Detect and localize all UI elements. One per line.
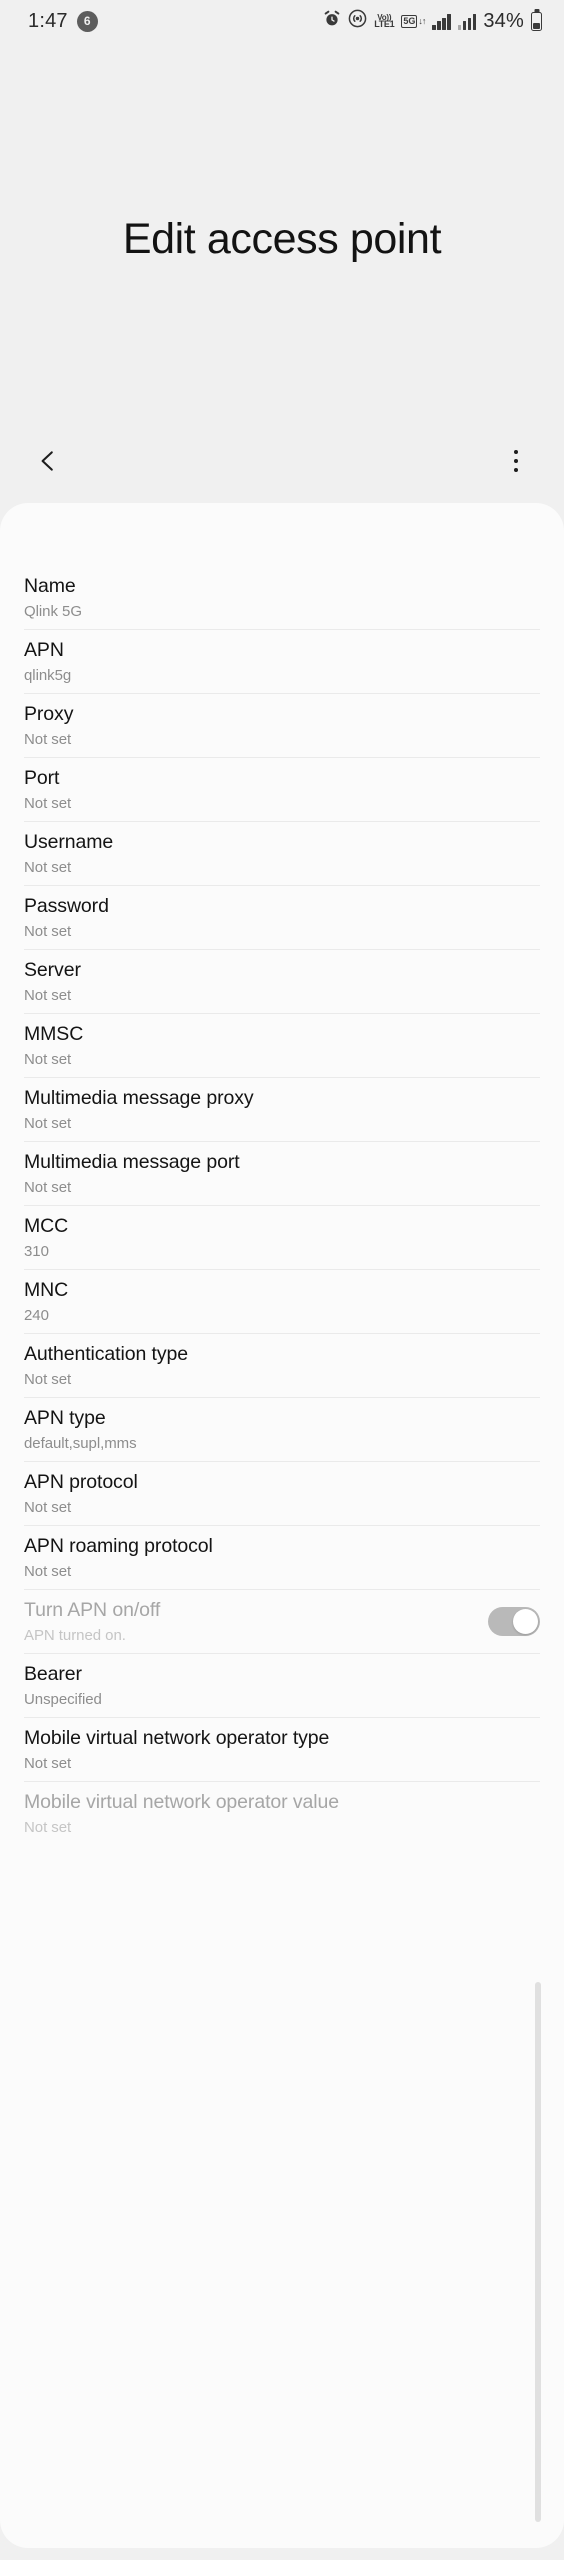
list-item[interactable]: Mobile virtual network operator type Not… <box>0 1718 564 1781</box>
list-item-value: Not set <box>24 1114 72 1132</box>
data-activity-arrows: ↓↑ <box>418 15 426 26</box>
list-item-value: default,supl,mms <box>24 1434 137 1452</box>
list-item-title: Mobile virtual network operator value <box>24 1790 339 1813</box>
notification-count-badge: 6 <box>76 10 98 32</box>
list-item[interactable]: Port Not set <box>0 758 564 821</box>
list-item[interactable]: APN qlink5g <box>0 630 564 693</box>
list-item-title: Port <box>24 766 60 789</box>
list-item-title: Name <box>24 574 76 597</box>
list-item-title: MCC <box>24 1214 69 1237</box>
list-item[interactable]: Name Qlink 5G <box>0 566 564 629</box>
signal-bars-sim2-icon <box>457 13 477 30</box>
volte-line-2: LTE1 <box>374 19 395 29</box>
list-item[interactable]: Mobile virtual network operator value No… <box>0 1782 564 1845</box>
list-item[interactable]: MMSC Not set <box>0 1014 564 1077</box>
list-item-title: APN <box>24 638 64 661</box>
list-item-title: Multimedia message port <box>24 1150 240 1173</box>
list-item-title: Multimedia message proxy <box>24 1086 254 1109</box>
network-type-tag: 5G <box>401 14 418 28</box>
list-item-title: MMSC <box>24 1022 84 1045</box>
apn-on-off-toggle[interactable] <box>488 1606 540 1636</box>
page-title: Edit access point <box>122 215 442 263</box>
list-item-value: 240 <box>24 1306 49 1324</box>
list-item-title: Password <box>24 894 109 917</box>
list-item[interactable]: Multimedia message proxy Not set <box>0 1078 564 1141</box>
status-bar-clock: 1:47 <box>28 9 68 32</box>
more-options-icon[interactable] <box>496 441 536 481</box>
toggle-knob <box>513 1608 538 1634</box>
list-item-value: Not set <box>24 1562 72 1580</box>
list-item-apn-toggle[interactable]: Turn APN on/off APN turned on. <box>0 1590 564 1653</box>
list-item[interactable]: APN protocol Not set <box>0 1462 564 1525</box>
list-item-title: MNC <box>24 1278 69 1301</box>
list-item[interactable]: APN roaming protocol Not set <box>0 1526 564 1589</box>
list-item-title: Authentication type <box>24 1342 188 1365</box>
list-item[interactable]: Server Not set <box>0 950 564 1013</box>
list-item-value: Not set <box>24 1818 72 1836</box>
list-item[interactable]: Authentication type Not set <box>0 1334 564 1397</box>
vertical-scrollbar[interactable] <box>535 1982 541 2522</box>
list-item-value: Not set <box>24 1050 72 1068</box>
list-item-value: qlink5g <box>24 666 72 684</box>
back-chevron-icon[interactable] <box>28 441 68 481</box>
list-item[interactable]: MCC 310 <box>0 1206 564 1269</box>
list-item-title: Turn APN on/off <box>24 1598 161 1621</box>
hotspot-icon <box>348 9 367 33</box>
list-item-value: Not set <box>24 1498 72 1516</box>
list-item-title: Server <box>24 958 81 981</box>
status-bar: 1:47 6 Vo)) LTE1 5G ↓↑ 34% <box>0 0 564 42</box>
list-item[interactable]: Bearer Unspecified <box>0 1654 564 1717</box>
battery-icon <box>531 11 542 31</box>
list-item[interactable]: APN type default,supl,mms <box>0 1398 564 1461</box>
list-item-title: APN roaming protocol <box>24 1534 213 1557</box>
list-item-title: APN protocol <box>24 1470 138 1493</box>
list-item[interactable]: Proxy Not set <box>0 694 564 757</box>
list-item-value: Not set <box>24 858 72 876</box>
list-item-value: Not set <box>24 794 72 812</box>
card-top-padding <box>0 503 564 566</box>
list-item[interactable]: Password Not set <box>0 886 564 949</box>
list-item[interactable]: Username Not set <box>0 822 564 885</box>
status-bar-right: Vo)) LTE1 5G ↓↑ 34% <box>323 9 542 33</box>
battery-percent-label: 34% <box>483 9 524 32</box>
list-item-value: Not set <box>24 922 72 940</box>
list-item-value: Not set <box>24 1178 72 1196</box>
list-item-title: APN type <box>24 1406 106 1429</box>
list-item-title: Bearer <box>24 1662 82 1685</box>
list-item-title: Username <box>24 830 114 853</box>
list-item-value: Qlink 5G <box>24 602 82 620</box>
list-item-title: Mobile virtual network operator type <box>24 1726 330 1749</box>
list-item-value: Not set <box>24 1370 72 1388</box>
list-item[interactable]: MNC 240 <box>0 1270 564 1333</box>
list-item-value: Not set <box>24 730 72 748</box>
alarm-icon <box>323 10 341 33</box>
status-bar-left: 1:47 6 <box>28 10 98 33</box>
phone-screen: 1:47 6 Vo)) LTE1 5G ↓↑ 34% Edit access p… <box>0 0 564 2560</box>
access-point-settings-list: Name Qlink 5G APN qlink5g Proxy Not set … <box>0 503 564 2548</box>
action-bar <box>0 432 564 490</box>
five-g-icon: 5G ↓↑ <box>401 14 426 28</box>
list-item[interactable]: Multimedia message port Not set <box>0 1142 564 1205</box>
signal-bars-sim1-icon <box>432 13 451 30</box>
list-item-title: Proxy <box>24 702 74 725</box>
list-item-value: Unspecified <box>24 1690 102 1708</box>
list-item-value: APN turned on. <box>24 1626 126 1644</box>
list-item-value: Not set <box>24 1754 72 1772</box>
list-item-value: 310 <box>24 1242 49 1260</box>
volte-icon: Vo)) LTE1 <box>374 14 395 29</box>
list-item-value: Not set <box>24 986 72 1004</box>
